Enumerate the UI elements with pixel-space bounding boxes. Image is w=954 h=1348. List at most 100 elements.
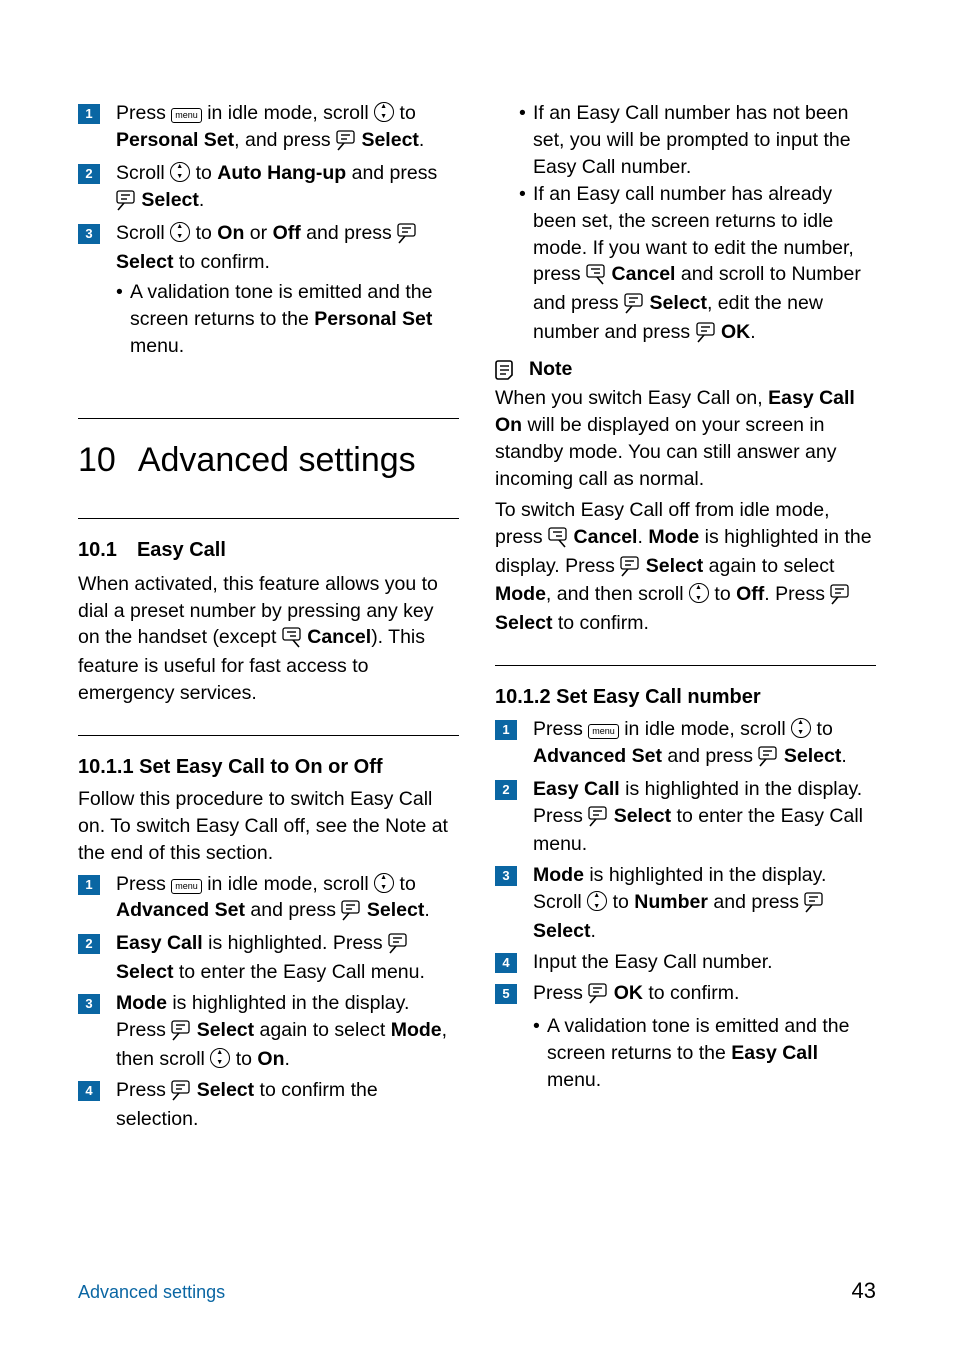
step-badge: 2	[495, 780, 517, 800]
text-bold: Auto Hang-up	[217, 162, 346, 184]
page-footer: Advanced settings 43	[78, 1278, 876, 1304]
text-bold: Number	[634, 891, 708, 913]
text-bold: Select	[116, 961, 173, 983]
text-bold: Cancel	[612, 263, 676, 285]
text-bold: Select	[649, 292, 706, 314]
subsection-heading: 10.1.1 Set Easy Call to On or Off	[78, 754, 459, 782]
bullet-dot-icon: •	[519, 100, 533, 127]
soft-key-left-icon	[336, 129, 356, 156]
step-2: 2 Scroll to Auto Hang-up and press Selec…	[78, 160, 459, 216]
step-number: 1	[502, 721, 509, 739]
text: menu.	[130, 335, 184, 357]
text-bold: OK	[614, 982, 643, 1004]
text: to	[811, 718, 833, 740]
step-4: 4 Input the Easy Call number.	[495, 949, 876, 976]
step-3: 3 Mode is highlighted in the display. Sc…	[495, 862, 876, 945]
bullet-item: • A validation tone is emitted and the s…	[533, 1013, 876, 1094]
text-bold: Advanced Set	[533, 745, 662, 767]
text-bold: Select	[116, 251, 173, 273]
text-bold: Mode	[648, 526, 699, 548]
step-4: 4 Press Select to confirm the selection.	[78, 1077, 459, 1133]
text: and press	[346, 162, 437, 184]
soft-key-left-icon	[804, 891, 824, 918]
text: to	[709, 583, 736, 605]
step-1: 1 Press menu in idle mode, scroll to Adv…	[495, 716, 876, 772]
text: .	[637, 526, 648, 548]
bullet-dot-icon: •	[116, 279, 130, 306]
bullet-item: • If an Easy call number has already bee…	[519, 181, 876, 348]
step-badge: 3	[78, 224, 100, 244]
text: Input the Easy Call number.	[533, 949, 876, 976]
step-1: 1 Press menu in idle mode, scroll to Per…	[78, 100, 459, 156]
subsection-heading: 10.1.2 Set Easy Call number	[495, 684, 876, 712]
text-bold: Easy Call	[116, 932, 203, 954]
text-bold: OK	[721, 321, 750, 343]
bullet-item: • If an Easy Call number has not been se…	[519, 100, 876, 181]
soft-key-right-icon	[282, 626, 302, 653]
soft-key-left-icon	[696, 321, 716, 348]
step-number: 4	[85, 1082, 92, 1100]
step-badge: 1	[78, 104, 100, 124]
bullet-dot-icon: •	[519, 181, 533, 208]
paragraph: When you switch Easy Call on, Easy Call …	[495, 385, 876, 493]
step-number: 3	[502, 867, 509, 885]
text-bold: Personal Set	[314, 308, 432, 330]
text: .	[199, 189, 204, 211]
soft-key-right-icon	[548, 526, 568, 553]
divider	[78, 735, 459, 736]
text: Press	[533, 718, 588, 740]
text: If an Easy Call number has not been set,…	[533, 100, 876, 181]
nav-wheel-icon	[791, 718, 811, 738]
text-bold: Off	[273, 222, 301, 244]
step-number: 2	[85, 165, 92, 183]
text: Press	[116, 1079, 171, 1101]
text: .	[285, 1048, 290, 1070]
paragraph: To switch Easy Call off from idle mode, …	[495, 497, 876, 638]
text-bold: On	[257, 1048, 284, 1070]
step-5: 5 Press OK to confirm.	[495, 980, 876, 1009]
text: .	[424, 899, 429, 921]
text-bold: Select	[361, 129, 418, 151]
note-icon	[495, 359, 517, 381]
nav-wheel-icon	[210, 1048, 230, 1068]
text-bold: Cancel	[574, 526, 638, 548]
section-title: Easy Call	[137, 537, 226, 565]
divider	[495, 665, 876, 666]
text: to	[190, 162, 217, 184]
text-bold: Select	[367, 899, 424, 921]
text: to	[394, 873, 416, 895]
text: menu.	[547, 1069, 601, 1091]
text: again to select	[254, 1019, 391, 1041]
text: again to select	[703, 555, 834, 577]
text: .	[590, 920, 595, 942]
step-number: 4	[502, 954, 509, 972]
soft-key-right-icon	[586, 263, 606, 290]
step-badge: 1	[495, 720, 517, 740]
text-bold: Mode	[533, 864, 584, 886]
text: to	[394, 102, 416, 124]
text-bold: Select	[784, 745, 841, 767]
bullet-dot-icon: •	[533, 1013, 547, 1040]
manual-page: 1 Press menu in idle mode, scroll to Per…	[0, 0, 954, 1348]
text: Press	[116, 873, 171, 895]
text-bold: Easy Call	[731, 1042, 818, 1064]
text: to enter the Easy Call menu.	[173, 961, 424, 983]
section-heading: 10.1 Easy Call	[78, 537, 459, 565]
nav-wheel-icon	[689, 583, 709, 603]
text: to	[190, 222, 217, 244]
note-heading: Note	[495, 356, 876, 383]
soft-key-left-icon	[588, 982, 608, 1009]
text: . Press	[764, 583, 830, 605]
soft-key-left-icon	[171, 1019, 191, 1046]
text-bold: Select	[614, 805, 671, 827]
text-bold: Select	[141, 189, 198, 211]
text-bold: Select	[533, 920, 590, 942]
step-badge: 4	[78, 1081, 100, 1101]
nav-wheel-icon	[374, 102, 394, 122]
soft-key-left-icon	[830, 583, 850, 610]
text-bold: Mode	[391, 1019, 442, 1041]
text: and press	[301, 222, 397, 244]
step-number: 2	[85, 935, 92, 953]
text: Scroll	[116, 162, 170, 184]
step-badge: 1	[78, 875, 100, 895]
